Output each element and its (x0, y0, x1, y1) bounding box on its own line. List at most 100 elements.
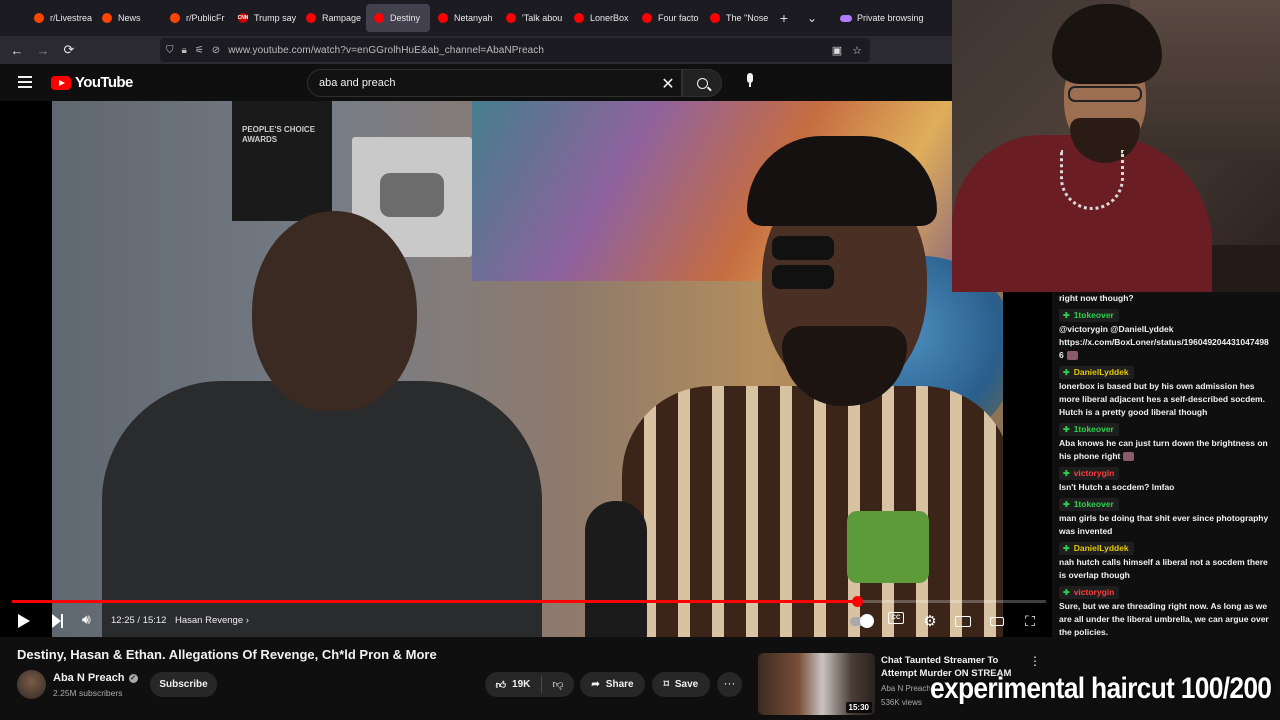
chat-badge-icon: ✚ (1063, 469, 1070, 478)
next-icon[interactable] (52, 614, 63, 633)
chat-text: lonerbox is based but by his own admissi… (1059, 381, 1265, 417)
chat-text: Isn't Hutch a socdem? lmfao (1059, 482, 1175, 492)
browser-tab[interactable]: Destiny✕ (366, 4, 430, 32)
youtube-wordmark: YouTube (75, 74, 133, 91)
browser-tab-bar: r/Livestrea News r/PublicFr CNN Trump say Ram… (0, 0, 952, 36)
autoplay-toggle[interactable] (850, 614, 874, 628)
tab-favicon-icon (102, 13, 112, 23)
forward-icon[interactable]: → (30, 43, 56, 58)
settings-gear-icon[interactable]: ⚙ (921, 612, 939, 630)
dislike-button[interactable]: 👎︎ (542, 678, 574, 691)
miniplayer-icon[interactable] (954, 612, 972, 630)
stream-chat: right now though? ✚ 1tokeover @victorygin @… (1052, 292, 1280, 720)
chat-message-text: lonerbox is based but by his own admissi… (1059, 380, 1273, 419)
lock-icon[interactable]: 🔒︎ (182, 45, 187, 56)
tab-label: The "Nose (726, 13, 769, 23)
chat-badge-icon: ✚ (1063, 311, 1070, 320)
tab-favicon-icon (710, 13, 720, 23)
video-player[interactable]: PEOPLE'S CHOICE AWARDS 🔊︎ 12:25 / 15:12 … (0, 101, 1052, 637)
reload-icon[interactable]: ⟳ (56, 42, 82, 58)
recommended-thumbnail[interactable]: 15:30 (758, 653, 875, 715)
plus-icon[interactable]: + (770, 10, 798, 26)
browser-nav-bar: ← → ⟳ ⛉ 🔒︎ ⚟ ⊘ www.youtube.com/watch?v=e… (0, 36, 952, 64)
chat-username[interactable]: ✚ 1tokeover (1059, 309, 1119, 322)
tab-label: LonerBox (590, 13, 629, 23)
recommended-duration: 15:30 (845, 702, 872, 713)
like-button[interactable]: 👍︎ 19K (485, 676, 542, 693)
theater-mode-icon[interactable] (988, 612, 1006, 630)
bookmark-icon: ⌑ (663, 679, 669, 690)
tab-favicon-icon (574, 13, 584, 23)
thumbs-down-icon: 👎︎ (552, 679, 564, 691)
chat-message: ✚ 1tokeover Aba knows he can just turn dow… (1059, 423, 1273, 463)
browser-tab[interactable]: r/PublicFr (162, 4, 230, 32)
chat-username[interactable]: ✚ 1tokeover (1059, 498, 1119, 511)
host-right (622, 136, 1003, 637)
fullscreen-icon[interactable]: ⛶ (1021, 612, 1039, 630)
permissions-icon[interactable]: ⚟ (195, 45, 204, 56)
channel-avatar[interactable] (17, 670, 46, 699)
video-frame[interactable]: PEOPLE'S CHOICE AWARDS (52, 101, 1003, 637)
stream-caption: experimental haircut 100/200 (930, 672, 1272, 705)
youtube-logo[interactable]: YouTube (51, 74, 133, 91)
chat-message: ✚ 1tokeover @victorygin @DanielLyddek http… (1059, 309, 1273, 362)
browser-tab[interactable]: The "Nose (702, 4, 770, 32)
subscribe-button[interactable]: Subscribe (150, 672, 217, 697)
volume-icon[interactable]: 🔊︎ (82, 611, 91, 628)
chat-message-text: right now though? (1059, 292, 1273, 305)
chat-message: right now though? (1059, 292, 1273, 305)
search-button[interactable] (682, 69, 722, 97)
more-actions-button[interactable]: ··· (717, 672, 742, 697)
chat-text: nah hutch calls himself a liberal not a … (1059, 557, 1268, 580)
browser-tab[interactable]: 'Talk abou (498, 4, 566, 32)
time-display: 12:25 / 15:12 (111, 615, 167, 626)
chat-username[interactable]: ✚ DanielLyddek (1059, 542, 1134, 555)
browser-tab[interactable]: Four facto (634, 4, 702, 32)
back-icon[interactable]: ← (4, 43, 30, 58)
browser-tab[interactable]: Netanyah (430, 4, 498, 32)
voice-search-icon[interactable] (740, 73, 760, 93)
camera-blocked-icon[interactable]: ⊘ (212, 45, 220, 56)
menu-icon[interactable] (18, 76, 32, 91)
private-browsing-indicator: Private browsing (840, 13, 924, 23)
bookmark-star-icon[interactable]: ☆ (852, 44, 862, 57)
chat-message: ✚ 1tokeover man girls be doing that shit e… (1059, 498, 1273, 538)
browser-tab[interactable]: Rampage (298, 4, 366, 32)
share-button[interactable]: ➦ Share (580, 672, 645, 697)
browser-tab[interactable]: r/Livestrea (26, 4, 94, 32)
browser-tab[interactable]: LonerBox (566, 4, 634, 32)
chat-username[interactable]: ✚ 1tokeover (1059, 423, 1119, 436)
play-icon[interactable] (18, 614, 30, 628)
chat-username[interactable]: ✚ DanielLyddek (1059, 366, 1134, 379)
progress-bar[interactable] (12, 596, 1046, 607)
chat-text: @victorygin @DanielLyddek https://x.com/… (1059, 324, 1269, 360)
thumbs-up-icon: 👍︎ (495, 679, 507, 691)
video-title: Destiny, Hasan & Ethan. Allegations Of R… (17, 647, 437, 662)
url-bar[interactable]: ⛉ 🔒︎ ⚟ ⊘ www.youtube.com/watch?v=enGGrol… (160, 38, 870, 62)
verified-badge-icon: ✓ (128, 673, 138, 683)
url-text[interactable]: www.youtube.com/watch?v=enGGrolhHuE&ab_c… (228, 45, 544, 56)
tab-label: Netanyah (454, 13, 493, 23)
channel-name[interactable]: Aba N Preach ✓ (53, 672, 138, 684)
save-button[interactable]: ⌑ Save (652, 672, 710, 697)
search-box: ✕ (307, 69, 682, 97)
tab-favicon-icon (506, 13, 516, 23)
youtube-play-icon (51, 75, 71, 90)
private-browsing-label: Private browsing (857, 13, 924, 23)
clear-search-icon[interactable]: ✕ (659, 74, 677, 94)
shield-icon[interactable]: ⛉ (166, 45, 174, 56)
captions-icon[interactable]: CC (888, 612, 904, 624)
browser-tab[interactable]: CNN Trump say (230, 4, 298, 32)
tab-favicon-icon (374, 13, 384, 23)
chevron-down-icon[interactable]: ⌄ (798, 11, 826, 25)
chat-username[interactable]: ✚ victorygin (1059, 467, 1120, 480)
chapter-title[interactable]: Hasan Revenge › (175, 615, 249, 626)
search-input[interactable] (319, 77, 639, 89)
browser-tab[interactable]: News (94, 4, 162, 32)
reader-mode-icon[interactable]: ▣ (832, 44, 842, 57)
chat-message-text: man girls be doing that shit ever since … (1059, 512, 1273, 538)
chat-username-text: victorygin (1073, 468, 1115, 478)
chat-username[interactable]: ✚ victorygin (1059, 586, 1120, 599)
recommended-channel[interactable]: Aba N Preach (881, 684, 931, 693)
recommended-more-icon[interactable]: ⋮ (1029, 654, 1041, 668)
